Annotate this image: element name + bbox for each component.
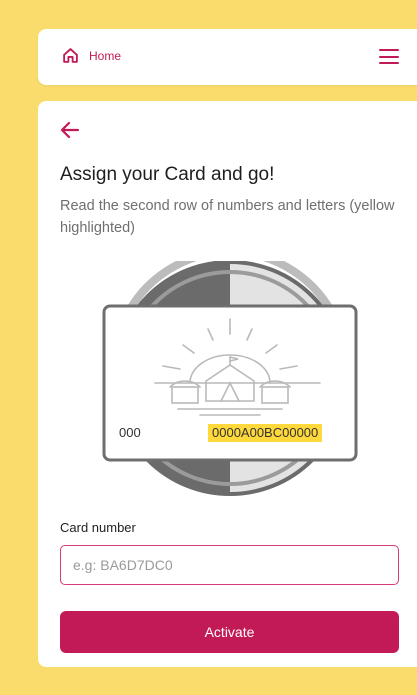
card-number-label: Card number xyxy=(60,520,136,535)
activate-button[interactable]: Activate xyxy=(60,611,399,653)
home-label: Home xyxy=(89,48,122,63)
card-illustration xyxy=(102,261,358,496)
hamburger-menu-icon[interactable] xyxy=(379,49,399,64)
assign-card-panel: Assign your Card and go! Read the second… xyxy=(38,101,417,667)
page-title: Assign your Card and go! xyxy=(60,164,275,185)
page-subtitle: Read the second row of numbers and lette… xyxy=(60,198,395,236)
back-arrow-icon[interactable] xyxy=(60,121,80,139)
card-code-second-row: 0000A00BC00000 xyxy=(208,424,323,442)
card-number-input[interactable] xyxy=(60,545,399,585)
home-link[interactable]: Home xyxy=(62,47,121,64)
home-icon xyxy=(63,48,78,63)
card-code-first-row: 000 xyxy=(119,425,141,440)
top-navbar: Home xyxy=(38,29,417,85)
